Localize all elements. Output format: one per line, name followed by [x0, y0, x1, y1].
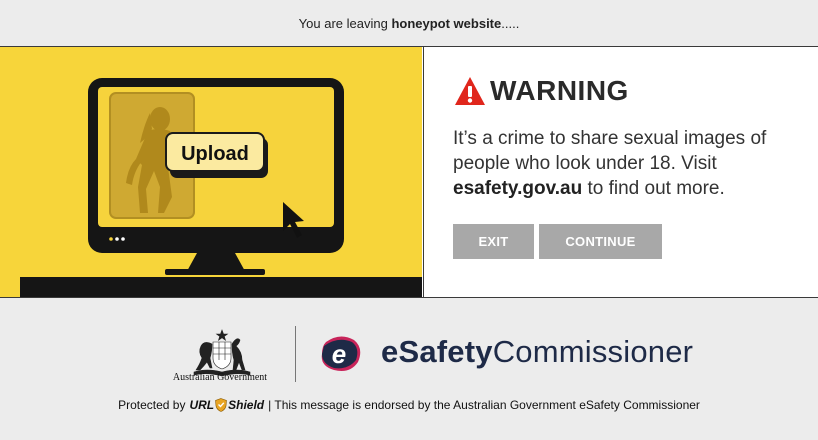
warning-triangle-icon — [455, 77, 485, 105]
warning-title: WARNING — [490, 75, 629, 106]
australian-government-label: Australian Government — [172, 372, 268, 383]
esafety-link: esafety.gov.au — [453, 178, 583, 199]
warning-body: It’s a crime to share sexual images of p… — [453, 126, 803, 201]
warning-text-end: to find out more. — [582, 178, 725, 199]
leaving-notice: You are leaving honeypot website ..... — [0, 0, 818, 46]
protected-prefix: Protected by — [118, 398, 186, 412]
leaving-prefix: You are leaving — [298, 15, 388, 31]
urlshield-shield: Shield — [228, 398, 265, 412]
urlshield-url: URL — [189, 398, 215, 412]
warning-panel-container: Upload WARNING It’s a crime to share sex… — [0, 46, 818, 298]
protected-suffix: | This message is endorsed by the Austra… — [268, 398, 700, 412]
leaving-suffix: ..... — [501, 15, 520, 31]
warning-heading: WARNING — [454, 75, 629, 107]
urlshield-logo: URL Shield — [189, 398, 264, 412]
esafety-bold: eSafety — [381, 334, 493, 369]
protected-by-line: Protected by URL Shield | This message i… — [0, 398, 818, 412]
monitor-illustration: Upload — [20, 78, 422, 297]
warning-illustration: Upload — [0, 47, 422, 297]
warning-message-panel: WARNING It’s a crime to share sexual ima… — [423, 47, 818, 297]
esafety-commissioner-wordmark: eSafetyCommissioner — [381, 334, 693, 370]
svg-text:e: e — [332, 339, 346, 369]
site-name: honeypot website — [391, 15, 502, 31]
esafety-rest: Commissioner — [492, 334, 694, 369]
shield-icon — [215, 398, 227, 412]
warning-text-start: It’s a crime to share sexual images of p… — [453, 128, 767, 174]
esafety-logo-icon: e — [321, 336, 361, 371]
continue-button[interactable]: CONTINUE — [539, 224, 662, 259]
exit-button[interactable]: EXIT — [453, 224, 534, 259]
logo-divider — [295, 326, 296, 382]
footer-logos: Australian Government e eSafetyCommissio… — [0, 320, 818, 390]
upload-label: Upload — [181, 143, 249, 165]
